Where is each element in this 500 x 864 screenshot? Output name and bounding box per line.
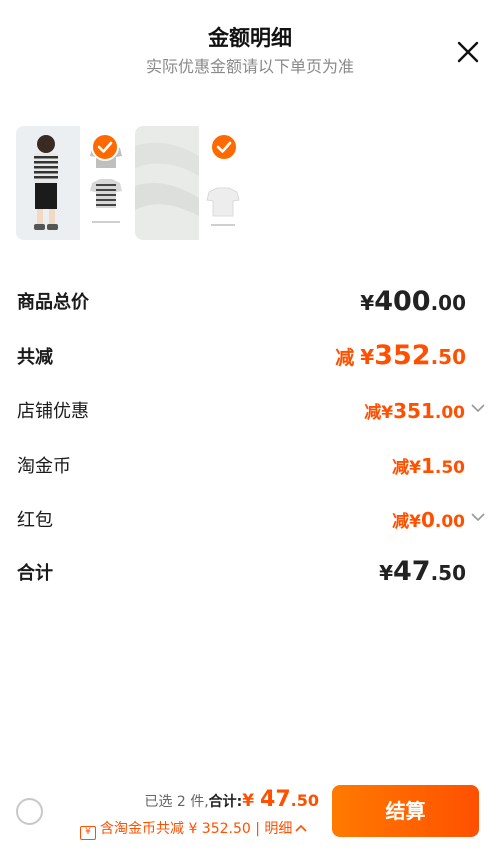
sum-value: ¥47.50: [379, 556, 466, 587]
detail-link[interactable]: 明细: [264, 821, 292, 837]
red-packet-label: 红包: [17, 510, 53, 531]
chevron-down-icon[interactable]: [471, 512, 485, 522]
close-button[interactable]: [454, 38, 482, 66]
product-thumbnail[interactable]: [16, 126, 128, 240]
total-discount-label: 共减: [17, 347, 53, 368]
page-subtitle: 实际优惠金额请以下单页为准: [145, 57, 354, 76]
chevron-up-icon[interactable]: [295, 823, 307, 833]
select-all-radio[interactable]: [16, 798, 43, 825]
checkout-button[interactable]: 结算: [332, 785, 479, 837]
row-total-discount: 共减 减 ¥352.50: [0, 340, 500, 374]
footer-total-value: 47: [260, 787, 291, 812]
store-discount-value: 减¥351.00: [364, 399, 465, 423]
selected-count: 已选 2 件,: [144, 794, 209, 810]
header: 金额明细 实际优惠金额请以下单页为准: [0, 0, 500, 90]
row-total-price: 商品总价 ¥400.00: [0, 286, 500, 320]
total-label: 合计:: [208, 794, 243, 810]
coin-discount-text: 含淘金币共减 ¥ 352.50: [100, 821, 251, 837]
red-packet-value: 减¥0.00: [392, 508, 465, 532]
chevron-down-icon[interactable]: [471, 403, 485, 413]
coin-discount-detail: ¥ 含淘金币共减 ¥ 352.50 | 明细: [80, 818, 307, 840]
row-coins: 淘金币 减¥1.50: [0, 451, 500, 481]
coins-label: 淘金币: [17, 456, 71, 477]
total-discount-value: 减 ¥352.50: [335, 340, 466, 371]
sum-label: 合计: [17, 563, 53, 584]
total-price-value: ¥400.00: [360, 286, 466, 317]
row-red-packet[interactable]: 红包 减¥0.00: [0, 505, 500, 535]
product-thumbnail[interactable]: [135, 126, 247, 240]
total-price-label: 商品总价: [17, 292, 89, 313]
store-discount-label: 店铺优惠: [17, 401, 89, 422]
selected-check-icon[interactable]: [91, 133, 119, 161]
close-icon: [457, 41, 479, 63]
row-store-discount[interactable]: 店铺优惠 减¥351.00: [0, 396, 500, 426]
coins-value: 减¥1.50: [392, 454, 465, 478]
selected-check-icon[interactable]: [210, 133, 238, 161]
page-title: 金额明细: [208, 26, 292, 50]
coin-ticket-icon: ¥: [80, 826, 96, 840]
selection-summary: 已选 2 件,合计:¥ 47.50: [144, 787, 319, 812]
row-sum: 合计 ¥47.50: [0, 556, 500, 590]
checkout-bar: 已选 2 件,合计:¥ 47.50 ¥ 含淘金币共减 ¥ 352.50 | 明细 …: [0, 780, 500, 864]
